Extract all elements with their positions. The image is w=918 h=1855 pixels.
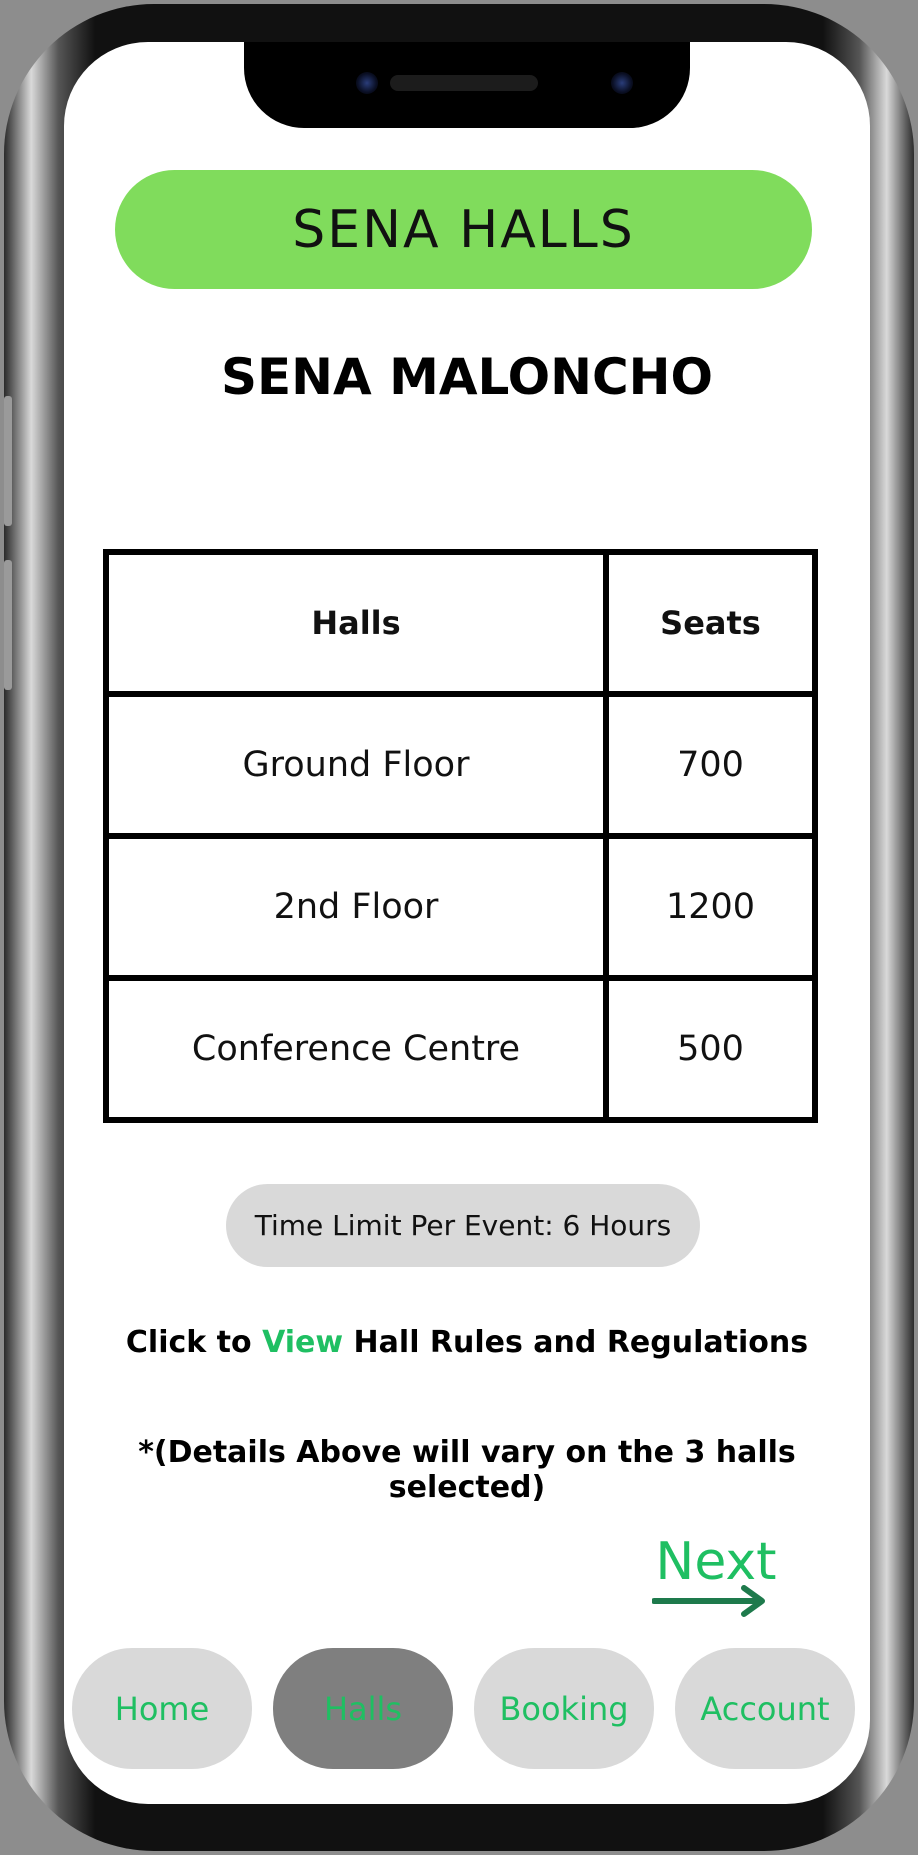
hall-name-cell: 2nd Floor xyxy=(103,833,609,981)
app-title-banner: SENA HALLS xyxy=(115,170,812,289)
app-title: SENA HALLS xyxy=(292,199,635,260)
nav-account-label: Account xyxy=(700,1689,830,1728)
view-rules-link[interactable]: View xyxy=(262,1325,343,1360)
next-label: Next xyxy=(655,1532,777,1592)
nav-halls-label: Halls xyxy=(323,1689,403,1728)
nav-booking-label: Booking xyxy=(499,1689,629,1728)
time-limit-badge: Time Limit Per Event: 6 Hours xyxy=(226,1184,700,1267)
front-camera-icon xyxy=(356,72,378,94)
disclaimer-note: *(Details Above will vary on the 3 halls… xyxy=(138,1435,796,1505)
time-limit-text: Time Limit Per Event: 6 Hours xyxy=(254,1209,672,1242)
nav-halls-button[interactable]: Halls xyxy=(273,1648,453,1769)
venue-name: SENA MALONCHO xyxy=(220,348,714,406)
next-button[interactable]: Next xyxy=(646,1532,786,1622)
speaker-grille xyxy=(390,75,538,91)
seats-cell: 700 xyxy=(603,691,818,839)
nav-account-button[interactable]: Account xyxy=(675,1648,855,1769)
nav-home-label: Home xyxy=(114,1689,210,1728)
hall-name-cell: Ground Floor xyxy=(103,691,609,839)
nav-booking-button[interactable]: Booking xyxy=(474,1648,654,1769)
seats-cell: 500 xyxy=(603,975,818,1123)
nav-home-button[interactable]: Home xyxy=(72,1648,252,1769)
table-row: Ground Floor 700 xyxy=(103,691,818,839)
phone-screen: SENA HALLS SENA MALONCHO Halls Seats Gro… xyxy=(64,42,870,1804)
arrow-right-icon xyxy=(652,1585,765,1617)
side-button xyxy=(4,560,12,690)
seats-cell: 1200 xyxy=(603,833,818,981)
table-header-row: Halls Seats xyxy=(103,549,818,697)
table-row: Conference Centre 500 xyxy=(103,975,818,1123)
sensor-icon xyxy=(611,72,633,94)
halls-column-header: Halls xyxy=(103,549,609,697)
table-row: 2nd Floor 1200 xyxy=(103,833,818,981)
side-button xyxy=(4,396,12,526)
hall-name-cell: Conference Centre xyxy=(103,975,609,1123)
phone-frame: SENA HALLS SENA MALONCHO Halls Seats Gro… xyxy=(4,4,914,1851)
rules-prefix: Click to xyxy=(125,1325,263,1360)
rules-suffix: Hall Rules and Regulations xyxy=(343,1325,809,1360)
rules-line: Click to View Hall Rules and Regulations xyxy=(64,1325,870,1360)
notch xyxy=(244,42,690,128)
bottom-nav: Home Halls Booking Account xyxy=(72,1648,862,1769)
seats-column-header: Seats xyxy=(603,549,818,697)
halls-table: Halls Seats Ground Floor 700 2nd Floor 1… xyxy=(103,549,818,1123)
